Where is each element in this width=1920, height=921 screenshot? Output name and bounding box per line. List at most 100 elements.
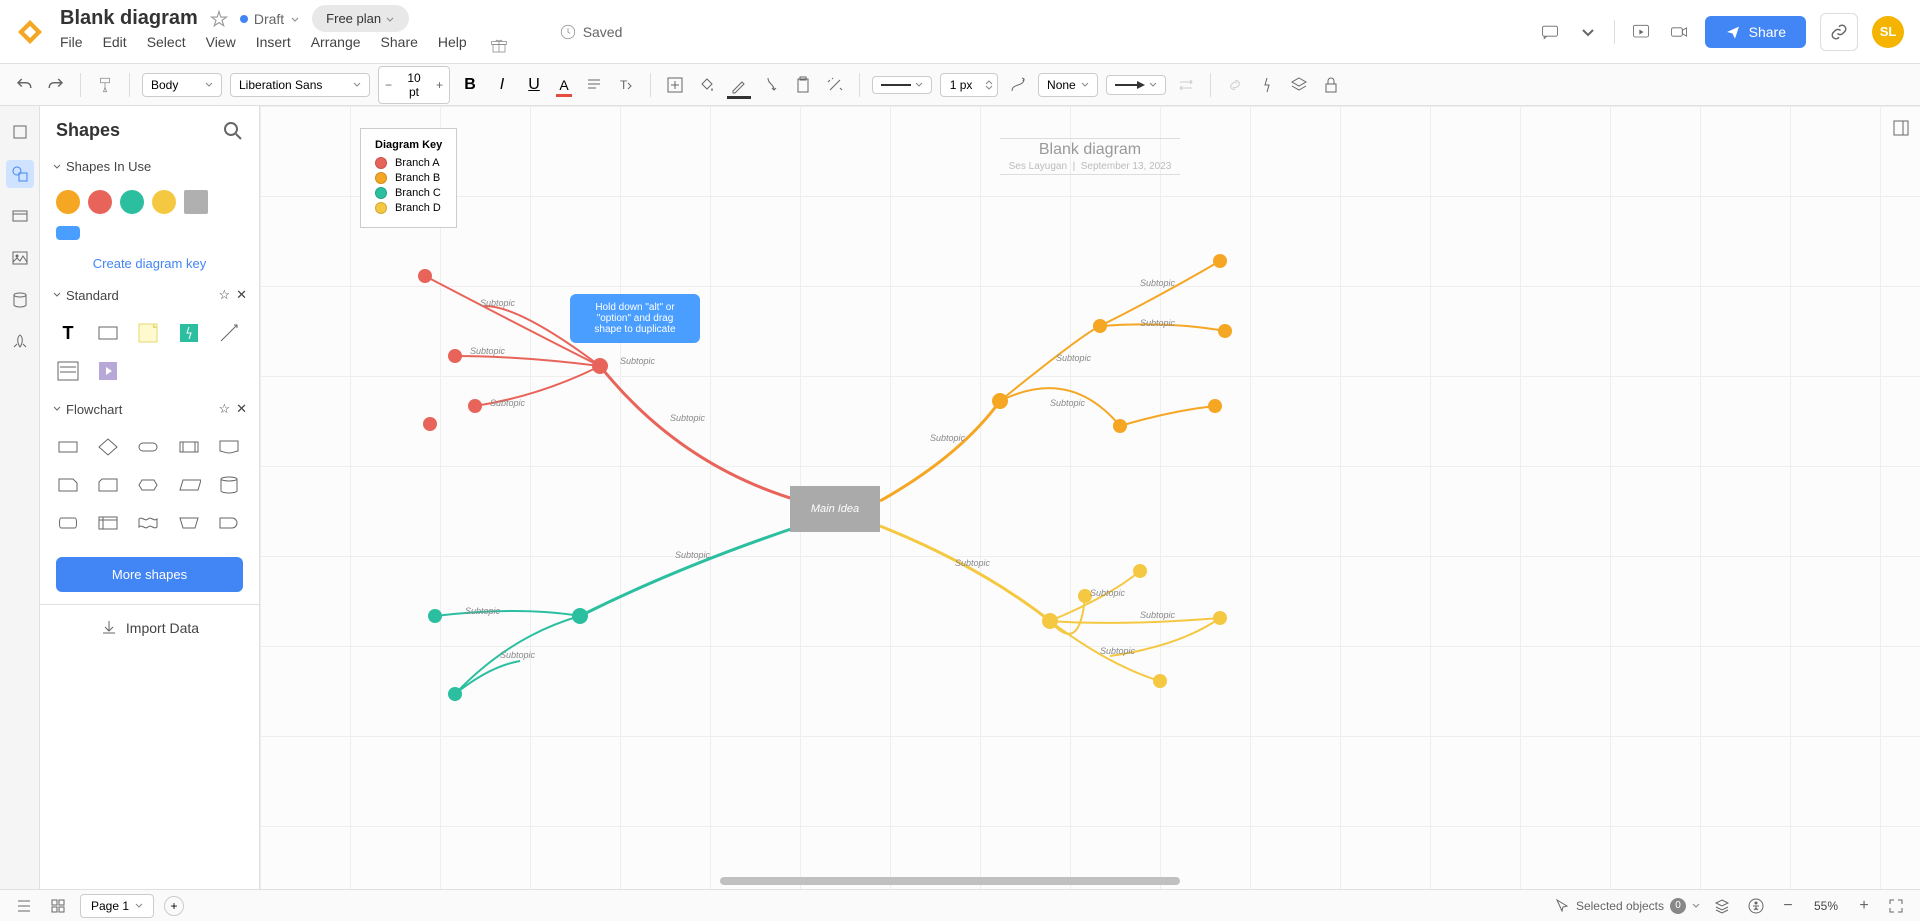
fc-preparation[interactable] <box>134 471 162 499</box>
clipboard-icon[interactable] <box>791 73 815 97</box>
menu-insert[interactable]: Insert <box>256 34 291 58</box>
underline-button[interactable]: U <box>522 73 546 97</box>
increase-size-button[interactable]: + <box>430 74 449 96</box>
fc-note[interactable] <box>54 471 82 499</box>
swatch-orange[interactable] <box>56 190 80 214</box>
border-style-button[interactable] <box>759 73 783 97</box>
panel-toggle-icon[interactable] <box>1887 114 1915 142</box>
fc-database[interactable] <box>215 471 243 499</box>
fc-manual[interactable] <box>175 509 203 537</box>
rocket-tool-icon[interactable] <box>6 328 34 356</box>
copy-link-button[interactable] <box>1820 13 1858 51</box>
line-type-button[interactable] <box>1006 73 1030 97</box>
fullscreen-icon[interactable] <box>1884 894 1908 918</box>
list-view-icon[interactable] <box>12 894 36 918</box>
fc-data[interactable] <box>175 471 203 499</box>
selected-objects-indicator[interactable]: Selected objects 0 <box>1554 898 1700 914</box>
fc-predefined[interactable] <box>175 433 203 461</box>
fc-decision[interactable] <box>94 433 122 461</box>
decrease-size-button[interactable]: − <box>379 74 398 96</box>
chevron-down-icon[interactable] <box>1576 20 1600 44</box>
swap-ends-button[interactable] <box>1174 73 1198 97</box>
link-icon[interactable] <box>1223 73 1247 97</box>
document-title[interactable]: Blank diagram <box>60 7 198 30</box>
hotspot-shape[interactable] <box>175 319 203 347</box>
format-painter-icon[interactable] <box>93 73 117 97</box>
zoom-value[interactable]: 55% <box>1808 899 1844 913</box>
layers-icon[interactable] <box>1287 73 1311 97</box>
block-shape[interactable] <box>94 319 122 347</box>
section-standard[interactable]: Standard ☆✕ <box>40 279 259 311</box>
line-end-selector[interactable] <box>1106 75 1166 95</box>
fc-terminator[interactable] <box>134 433 162 461</box>
grid-view-icon[interactable] <box>46 894 70 918</box>
chat-icon[interactable] <box>1538 20 1562 44</box>
fc-delay[interactable] <box>215 509 243 537</box>
add-page-button[interactable]: + <box>164 896 184 916</box>
free-plan-button[interactable]: Free plan <box>312 5 409 32</box>
align-button[interactable] <box>582 73 606 97</box>
menu-edit[interactable]: Edit <box>103 34 127 58</box>
callout-shape[interactable] <box>56 226 80 240</box>
line-start-selector[interactable]: None <box>1038 73 1098 97</box>
menu-arrange[interactable]: Arrange <box>311 34 361 58</box>
main-idea-node[interactable]: Main Idea <box>790 486 880 532</box>
note-shape[interactable] <box>134 319 162 347</box>
menu-select[interactable]: Select <box>147 34 186 58</box>
horizontal-scrollbar[interactable] <box>720 877 1180 885</box>
star-icon[interactable] <box>210 10 228 28</box>
fill-color-button[interactable] <box>695 73 719 97</box>
section-shapes-in-use[interactable]: Shapes In Use <box>40 151 259 182</box>
swatch-teal[interactable] <box>120 190 144 214</box>
fc-internal[interactable] <box>94 509 122 537</box>
close-section-icon[interactable]: ✕ <box>236 287 247 303</box>
font-selector[interactable]: Liberation Sans <box>230 73 370 97</box>
create-diagram-key-button[interactable]: Create diagram key <box>40 248 259 279</box>
menu-share[interactable]: Share <box>381 34 418 58</box>
layers-footer-icon[interactable] <box>1710 894 1734 918</box>
bold-button[interactable]: B <box>458 73 482 97</box>
text-shape[interactable]: T <box>54 319 82 347</box>
swatch-gray[interactable] <box>184 190 208 214</box>
shapes-tool-icon[interactable] <box>6 160 34 188</box>
swatch-coral[interactable] <box>88 190 112 214</box>
gift-icon[interactable] <box>487 34 511 58</box>
text-options-button[interactable]: T <box>614 73 638 97</box>
fc-tape[interactable] <box>134 509 162 537</box>
fc-card[interactable] <box>94 471 122 499</box>
page-tab[interactable]: Page 1 <box>80 894 154 918</box>
font-size-input[interactable]: − 10 pt + <box>378 66 450 104</box>
italic-button[interactable]: I <box>490 73 514 97</box>
zoom-out-button[interactable]: − <box>1778 896 1798 916</box>
swatch-amber[interactable] <box>152 190 176 214</box>
accessibility-icon[interactable] <box>1744 894 1768 918</box>
fc-direct-data[interactable] <box>54 509 82 537</box>
text-color-button[interactable]: A <box>554 75 574 95</box>
line-width-input[interactable]: 1 px <box>940 73 998 97</box>
close-flowchart-icon[interactable]: ✕ <box>236 401 247 417</box>
list-shape[interactable] <box>54 357 82 385</box>
data-tool-icon[interactable] <box>6 286 34 314</box>
pointer-tool-icon[interactable] <box>6 118 34 146</box>
line-shape[interactable] <box>215 319 243 347</box>
redo-button[interactable] <box>44 73 68 97</box>
canvas[interactable]: Blank diagram Ses Layugan | September 13… <box>260 106 1920 889</box>
menu-file[interactable]: File <box>60 34 83 58</box>
image-tool-icon[interactable] <box>6 244 34 272</box>
container-tool-icon[interactable] <box>6 202 34 230</box>
undo-button[interactable] <box>12 73 36 97</box>
video-icon[interactable] <box>1667 20 1691 44</box>
player-shape[interactable] <box>94 357 122 385</box>
line-style-selector[interactable] <box>872 76 932 94</box>
search-icon[interactable] <box>223 121 243 141</box>
lock-icon[interactable] <box>1319 73 1343 97</box>
border-color-button[interactable] <box>727 73 751 97</box>
menu-help[interactable]: Help <box>438 34 467 58</box>
status-badge[interactable]: Draft <box>240 11 300 27</box>
add-shape-icon[interactable] <box>663 73 687 97</box>
zoom-in-button[interactable]: + <box>1854 896 1874 916</box>
user-avatar[interactable]: SL <box>1872 16 1904 48</box>
unpin-icon[interactable]: ☆ <box>218 287 230 303</box>
menu-view[interactable]: View <box>206 34 236 58</box>
import-data-button[interactable]: Import Data <box>40 604 259 651</box>
